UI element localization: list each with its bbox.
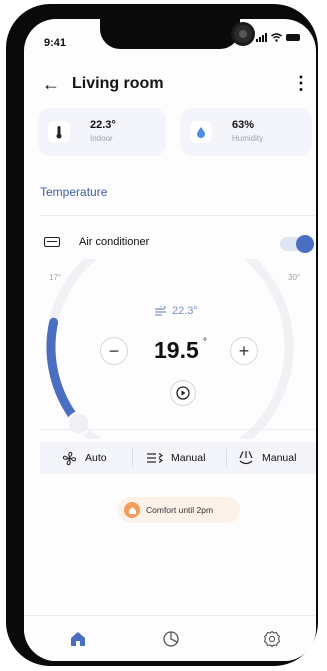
humidity-card: 63% Humidity xyxy=(180,108,312,156)
swing-icon xyxy=(239,451,253,465)
mode-airflow-label: Manual xyxy=(171,452,206,464)
mode-swing[interactable]: Manual xyxy=(238,442,296,474)
play-icon xyxy=(176,386,190,400)
current-temperature: 22.3° xyxy=(154,305,198,317)
air-conditioner-toggle[interactable] xyxy=(280,235,314,253)
air-conditioner-row: Air conditioner xyxy=(24,231,316,253)
air-conditioner-label: Air conditioner xyxy=(79,236,150,248)
nav-home[interactable] xyxy=(67,628,89,650)
wifi-icon xyxy=(271,33,282,42)
mode-divider xyxy=(132,449,133,467)
indoor-label: Indoor xyxy=(90,134,113,143)
notch xyxy=(100,19,240,49)
increase-button[interactable]: + xyxy=(230,337,258,365)
nav-stats[interactable] xyxy=(160,628,182,650)
play-button[interactable] xyxy=(170,380,196,406)
stats-icon xyxy=(163,631,179,647)
decrease-button[interactable]: − xyxy=(100,337,128,365)
settings-icon xyxy=(263,630,281,648)
humidity-value: 63% xyxy=(232,119,255,131)
toggle-knob xyxy=(296,235,314,253)
mode-fan-label: Auto xyxy=(85,452,107,464)
fan-icon xyxy=(62,451,77,465)
indoor-value: 22.3° xyxy=(90,119,116,131)
current-temperature-value: 22.3° xyxy=(172,305,198,317)
home-icon xyxy=(71,632,85,646)
status-time: 9:41 xyxy=(44,37,67,49)
mode-airflow[interactable]: Manual xyxy=(146,442,205,474)
bottom-nav xyxy=(24,615,316,661)
section-title: Temperature xyxy=(40,185,108,199)
dial-min-label: 17° xyxy=(49,273,62,282)
setpoint-value: 19.5 xyxy=(154,337,199,363)
thermometer-icon xyxy=(48,121,70,143)
airflow-icon xyxy=(147,453,163,463)
mode-swing-label: Manual xyxy=(262,452,297,464)
dial-handle[interactable] xyxy=(66,411,91,436)
wind-icon xyxy=(155,306,166,316)
signal-icon xyxy=(256,33,267,42)
mode-bar: Auto Manual Manual xyxy=(40,442,316,474)
header: ← Living room ⋮ xyxy=(24,71,316,101)
air-conditioner-icon xyxy=(44,237,60,247)
setpoint-unit: ° xyxy=(203,337,207,348)
phone-frame: 9:41 ← Living room ⋮ 22.3° Indoor 63% Hu… xyxy=(6,4,318,666)
more-menu-icon[interactable]: ⋮ xyxy=(292,73,310,94)
droplet-icon xyxy=(190,121,212,143)
nav-settings[interactable] xyxy=(261,628,283,650)
back-arrow-icon[interactable]: ← xyxy=(42,74,60,95)
divider xyxy=(40,429,316,430)
home-icon xyxy=(124,502,140,518)
screen: 9:41 ← Living room ⋮ 22.3° Indoor 63% Hu… xyxy=(24,19,316,661)
mode-divider xyxy=(226,449,227,467)
humidity-label: Humidity xyxy=(232,134,264,143)
dial-progress xyxy=(46,317,84,428)
comfort-badge[interactable]: Comfort until 2pm xyxy=(118,497,240,523)
battery-icon xyxy=(286,34,300,41)
camera xyxy=(231,22,255,46)
divider xyxy=(40,215,316,216)
status-icons xyxy=(256,33,300,42)
dial-max-label: 30° xyxy=(288,273,301,282)
mode-fan[interactable]: Auto xyxy=(62,442,107,474)
indoor-card: 22.3° Indoor xyxy=(38,108,166,156)
comfort-label: Comfort until 2pm xyxy=(146,505,214,515)
page-title: Living room xyxy=(72,75,164,92)
